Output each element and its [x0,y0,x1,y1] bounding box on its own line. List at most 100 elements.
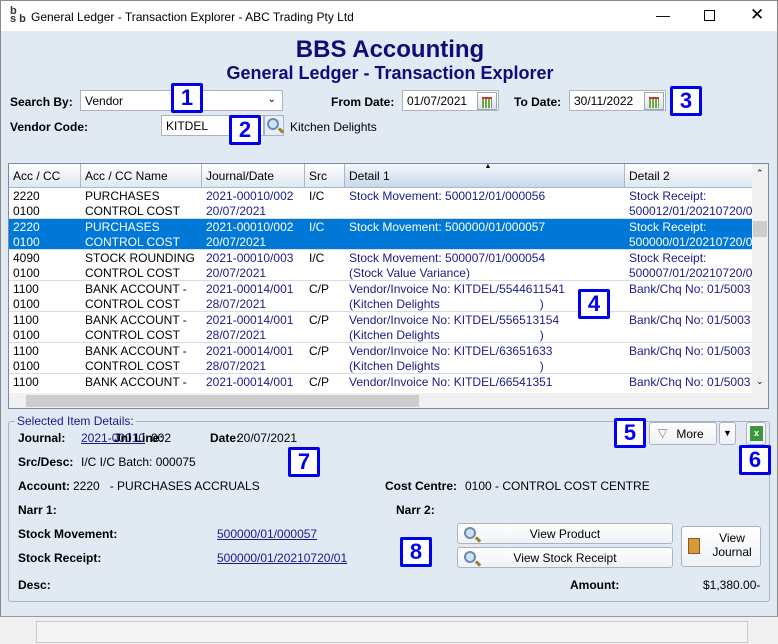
cell-journal-date: 2021-00014/001 [206,282,294,296]
horizontal-scrollbar[interactable] [9,393,768,408]
table-row[interactable]: 2220 0100 PURCHASES CONTROL COST 2021-00010/… [9,219,755,250]
cell-acc-cc-name: CONTROL COST [85,359,180,373]
cell-acc-cc: 0100 [13,297,40,311]
view-stock-receipt-button[interactable]: View Stock Receipt [457,547,673,568]
to-date-input[interactable]: 30/11/2022 [569,90,666,111]
cell-journal-date: 2021-00014/001 [206,375,294,389]
cell-acc-cc: 2220 [13,220,40,234]
table-row[interactable]: 2220 0100 PURCHASES CONTROL COST 2021-00010/… [9,188,755,219]
cost-centre-label: Cost Centre: [385,479,458,493]
cell-detail-2: Bank/Chq No: 01/5003 [629,313,751,327]
cell-journal-date: 20/07/2021 [206,235,267,249]
scroll-up-arrow[interactable]: ⌃ [756,168,764,179]
table-row[interactable]: 1100 0100 BANK ACCOUNT - CONTROL COST 2021-0… [9,343,753,374]
maximize-button[interactable] [704,10,715,21]
cell-acc-cc-name: CONTROL COST [85,235,180,249]
close-button[interactable]: ✕ [750,5,764,25]
cell-acc-cc-name: CONTROL COST [85,266,180,280]
cell-src: C/P [309,313,330,327]
view-product-button[interactable]: View Product [457,523,673,544]
cell-acc-cc: 0100 [13,328,40,342]
scroll-down-arrow[interactable]: ⌄ [756,376,764,387]
cell-detail-1: Stock Movement: 500012/01/000056 [349,189,546,203]
cell-acc-cc: 4090 [13,251,40,265]
cell-journal-date: 2021-00010/002 [206,189,294,203]
cell-detail-2: Stock Receipt: [629,189,707,203]
cell-detail-1: Vendor/Invoice No: KITDEL/63651633 [349,344,553,358]
from-date-value: 01/07/2021 [407,94,468,108]
brand-title: BBS Accounting [295,36,485,63]
column-header-detail-2[interactable]: Detail 2 [625,164,755,188]
table-row[interactable]: 1100 0100 BANK ACCOUNT - CONTROL COST 2021-0… [9,312,753,343]
cell-acc-cc-name: PURCHASES [85,220,160,234]
cell-journal-date: 28/07/2021 [206,297,267,311]
journal-book-icon [688,538,700,554]
cell-detail-2: Stock Receipt: [629,251,707,265]
column-header-journal-date[interactable]: Journal/Date [202,164,305,188]
cell-detail-2: Bank/Chq No: 01/5003 [629,282,751,296]
cell-acc-cc: 0100 [13,266,40,280]
cell-acc-cc: 1100 [13,313,39,327]
callout-6: 6 [739,445,771,475]
more-label: More [676,427,704,441]
vertical-scrollbar[interactable]: ⌃ ⌄ [752,164,768,393]
cell-acc-cc: 1100 [13,282,39,296]
cell-src: I/C [309,220,325,234]
cell-acc-cc: 1100 [13,344,39,358]
cell-journal-date: 2021-00010/002 [206,220,294,234]
details-legend: Selected Item Details: [17,414,134,428]
cell-detail-1: Vendor/Invoice No: KITDEL/66541351 [349,375,553,389]
more-dropdown-button[interactable]: ▼ [719,422,736,445]
callout-8: 8 [400,537,432,567]
cell-detail-2: Bank/Chq No: 01/5003 [629,375,751,389]
transactions-grid[interactable]: Acc / CC Acc / CC Name Journal/Date Src Deta… [8,163,769,409]
cell-detail-2: Bank/Chq No: 01/5003 [629,344,751,358]
scroll-thumb-horizontal[interactable] [26,395,419,407]
view-product-label: View Product [529,527,601,541]
column-header-acc-cc[interactable]: Acc / CC [9,164,81,188]
vendor-code-value: KITDEL [166,119,209,133]
date-label: Date: [210,431,241,445]
narr1-label: Narr 1: [18,503,57,517]
stock-receipt-link[interactable]: 500000/01/20210720/01 [217,551,347,565]
account-label: Account: [18,479,70,493]
stock-movement-label: Stock Movement: [18,527,118,541]
triangle-down-icon: ▽ [658,426,668,440]
callout-1: 1 [171,83,203,113]
column-header-label: Src [309,169,327,183]
vendor-lookup-button[interactable] [264,115,284,136]
cell-journal-date: 20/07/2021 [206,204,267,218]
cell-detail-2: 500012/01/20210720/01 [629,204,755,218]
export-excel-button[interactable]: x [746,422,766,445]
view-stock-receipt-label: View Stock Receipt [513,551,617,565]
view-journal-label: View Journal [712,531,752,559]
calendar-icon[interactable] [644,92,664,110]
bbs-logo-icon: bs b [10,5,26,25]
cell-acc-cc-name: CONTROL COST [85,204,180,218]
date-value: 20/07/2021 [237,431,298,445]
src-desc-label: Src/Desc: [18,455,74,469]
window-title: General Ledger - Transaction Explorer - … [31,10,354,24]
column-header-src[interactable]: Src [305,164,345,188]
account-value: 2220 - PURCHASES ACCRUALS [73,479,260,493]
table-row[interactable]: 4090 0100 STOCK ROUNDING CONTROL COST 2021-0… [9,250,755,281]
cell-acc-cc: 0100 [13,359,40,373]
more-button[interactable]: ▽ More [649,422,717,445]
cell-detail-1: Stock Movement: 500007/01/000054 [349,251,546,265]
view-journal-button[interactable]: View Journal [681,526,761,567]
table-row[interactable]: 1100 0100 BANK ACCOUNT - CONTROL COST 2021-0… [9,281,753,312]
scroll-thumb[interactable] [753,221,767,237]
desc-label: Desc: [18,578,51,592]
calendar-icon[interactable] [477,92,497,110]
column-header-acc-cc-name[interactable]: Acc / CC Name [81,164,202,188]
stock-movement-link[interactable]: 500000/01/000057 [217,527,317,541]
from-date-input[interactable]: 01/07/2021 [402,90,499,111]
to-date-value: 30/11/2022 [574,94,634,108]
column-header-label: Detail 2 [629,169,670,183]
column-header-detail-1[interactable]: Detail 1 ▲ [345,164,625,188]
callout-2: 2 [229,115,261,145]
cell-acc-cc: 0100 [13,204,40,218]
minimize-button[interactable]: — [656,7,670,23]
vendor-code-label: Vendor Code: [10,120,89,134]
chevron-down-icon: ⌄ [267,94,276,105]
